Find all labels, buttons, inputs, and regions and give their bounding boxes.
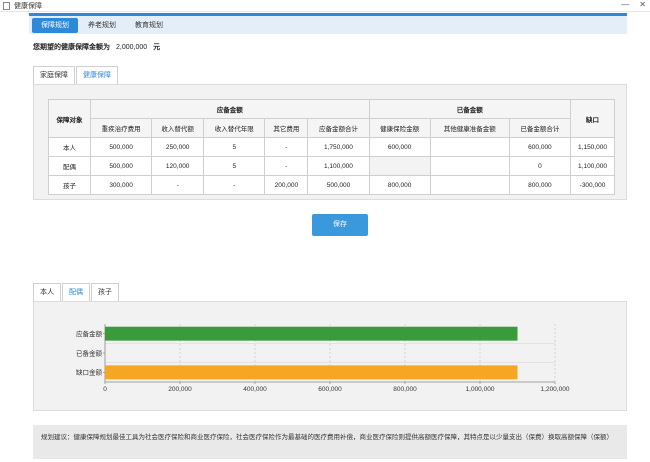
expected-amount-label: 您期望的健康保障金额为 bbox=[33, 44, 110, 51]
tab-protection-plan[interactable]: 保障规划 bbox=[32, 17, 78, 33]
group-required: 应备金额 bbox=[90, 99, 370, 119]
tab-spouse[interactable]: 配偶 bbox=[62, 283, 90, 301]
col-critical-illness: 重疾治疗费用 bbox=[89, 118, 153, 138]
tab-health-protection[interactable]: 健康保障 bbox=[76, 66, 118, 84]
table-cell: - bbox=[264, 156, 309, 176]
table-cell: 800,000 bbox=[508, 175, 572, 195]
protection-table: 保障对象 应备金额 已备金额 缺口 重疾治疗费用 收入替代额 收入替代年限 其它… bbox=[48, 99, 615, 195]
col-replacement-years: 收入替代年限 bbox=[203, 118, 266, 138]
planning-advice: 规划建议：健康保障规划最佳工具为社会医疗保险和商业医疗保险，社会医疗保险作为最基… bbox=[33, 425, 627, 459]
gap-bar-chart: 应备金额已备金额缺口金额 0 200,000 400,000 600,000 800,00… bbox=[76, 324, 570, 393]
table-cell: - bbox=[264, 137, 309, 157]
table-cell: 1,100,000 bbox=[307, 156, 370, 176]
chart-panel: 应备金额已备金额缺口金额 0 200,000 400,000 600,000 800,00… bbox=[33, 301, 627, 411]
category-label: 缺口金额 bbox=[76, 368, 103, 377]
health-table-panel: 保障对象 应备金额 已备金额 缺口 重疾治疗费用 收入替代额 收入替代年限 其它… bbox=[33, 84, 627, 200]
expected-amount-value: 2,000,000 bbox=[116, 43, 148, 51]
table-cell: -300,000 bbox=[570, 175, 615, 195]
tab-education-plan[interactable]: 教育规划 bbox=[126, 18, 172, 33]
document-icon bbox=[3, 1, 10, 10]
table-cell: - bbox=[151, 175, 205, 195]
category-label: 已备金额 bbox=[76, 348, 103, 357]
tab-retirement-plan[interactable]: 养老规划 bbox=[79, 18, 125, 33]
table-cell: 300,000 bbox=[89, 175, 153, 195]
table-cell: 200,000 bbox=[264, 175, 309, 195]
x-tick-label: 600,000 bbox=[318, 386, 342, 393]
col-target: 保障对象 bbox=[48, 99, 91, 138]
table-cell: 120,000 bbox=[151, 156, 205, 176]
table-cell bbox=[429, 175, 510, 195]
bar bbox=[105, 365, 518, 380]
tab-family-protection[interactable]: 家庭保障 bbox=[33, 66, 75, 84]
row-name: 本人 bbox=[48, 137, 91, 157]
tab-self[interactable]: 本人 bbox=[33, 283, 61, 301]
table-cell: 1,750,000 bbox=[307, 137, 370, 157]
col-required-total: 应备金额合计 bbox=[307, 118, 370, 138]
table-cell bbox=[429, 137, 510, 157]
table-cell: 1,100,000 bbox=[570, 156, 615, 176]
expected-amount: 您期望的健康保障金额为 2,000,000 元 bbox=[33, 42, 160, 52]
table-cell: 500,000 bbox=[89, 156, 153, 176]
x-tick-label: 0 bbox=[103, 386, 107, 393]
x-tick-label: 1,000,000 bbox=[466, 386, 495, 393]
group-existing: 已备金额 bbox=[368, 99, 572, 119]
row-name: 孩子 bbox=[48, 175, 91, 195]
table-cell: - bbox=[203, 175, 266, 195]
col-gap: 缺口 bbox=[570, 99, 615, 138]
window-title: 健康保障 bbox=[14, 2, 42, 10]
table-row: 孩子 300,000 - - 200,000 500,000 800,000 8… bbox=[48, 175, 615, 195]
person-tabs: 本人 配偶 孩子 bbox=[33, 283, 120, 301]
table-cell: 800,000 bbox=[368, 175, 431, 195]
x-tick-label: 800,000 bbox=[393, 386, 417, 393]
table-cell: 600,000 bbox=[508, 137, 572, 157]
x-tick-label: 200,000 bbox=[168, 386, 192, 393]
minimize-button[interactable]: — bbox=[621, 0, 629, 9]
expected-amount-unit: 元 bbox=[153, 44, 161, 51]
col-income-replacement: 收入替代额 bbox=[151, 118, 205, 138]
table-cell: 500,000 bbox=[307, 175, 370, 195]
bar bbox=[105, 326, 518, 341]
tab-child[interactable]: 孩子 bbox=[91, 283, 119, 301]
x-tick-label: 400,000 bbox=[243, 386, 267, 393]
sub-tabs: 家庭保障 健康保障 bbox=[33, 66, 119, 84]
table-row: 本人 500,000 250,000 5 - 1,750,000 600,000… bbox=[48, 137, 615, 157]
x-tick-label: 1,200,000 bbox=[541, 386, 570, 393]
table-cell: 5 bbox=[203, 156, 266, 176]
table-cell bbox=[368, 156, 431, 176]
table-cell bbox=[429, 156, 510, 176]
col-existing-total: 已备金额合计 bbox=[508, 118, 572, 138]
table-cell: 600,000 bbox=[368, 137, 431, 157]
window-titlebar: 健康保障 — ✕ bbox=[0, 0, 650, 12]
col-other-costs: 其它费用 bbox=[264, 118, 309, 138]
table-cell: 250,000 bbox=[151, 137, 205, 157]
table-cell: 500,000 bbox=[89, 137, 153, 157]
table-cell: 1,150,000 bbox=[570, 137, 615, 157]
category-label: 应备金额 bbox=[76, 329, 103, 338]
col-health-insurance: 健康保险金额 bbox=[368, 118, 431, 138]
table-cell: 0 bbox=[508, 156, 572, 176]
close-button[interactable]: ✕ bbox=[639, 0, 646, 9]
row-name: 配偶 bbox=[48, 156, 91, 176]
table-row: 配偶 500,000 120,000 5 - 1,100,000 0 1,100… bbox=[48, 156, 615, 176]
table-cell: 5 bbox=[203, 137, 266, 157]
save-button[interactable]: 保存 bbox=[312, 214, 368, 236]
top-nav: 保障规划 养老规划 教育规划 bbox=[29, 13, 627, 34]
col-other-health-reserve: 其他健康准备金额 bbox=[429, 118, 510, 138]
